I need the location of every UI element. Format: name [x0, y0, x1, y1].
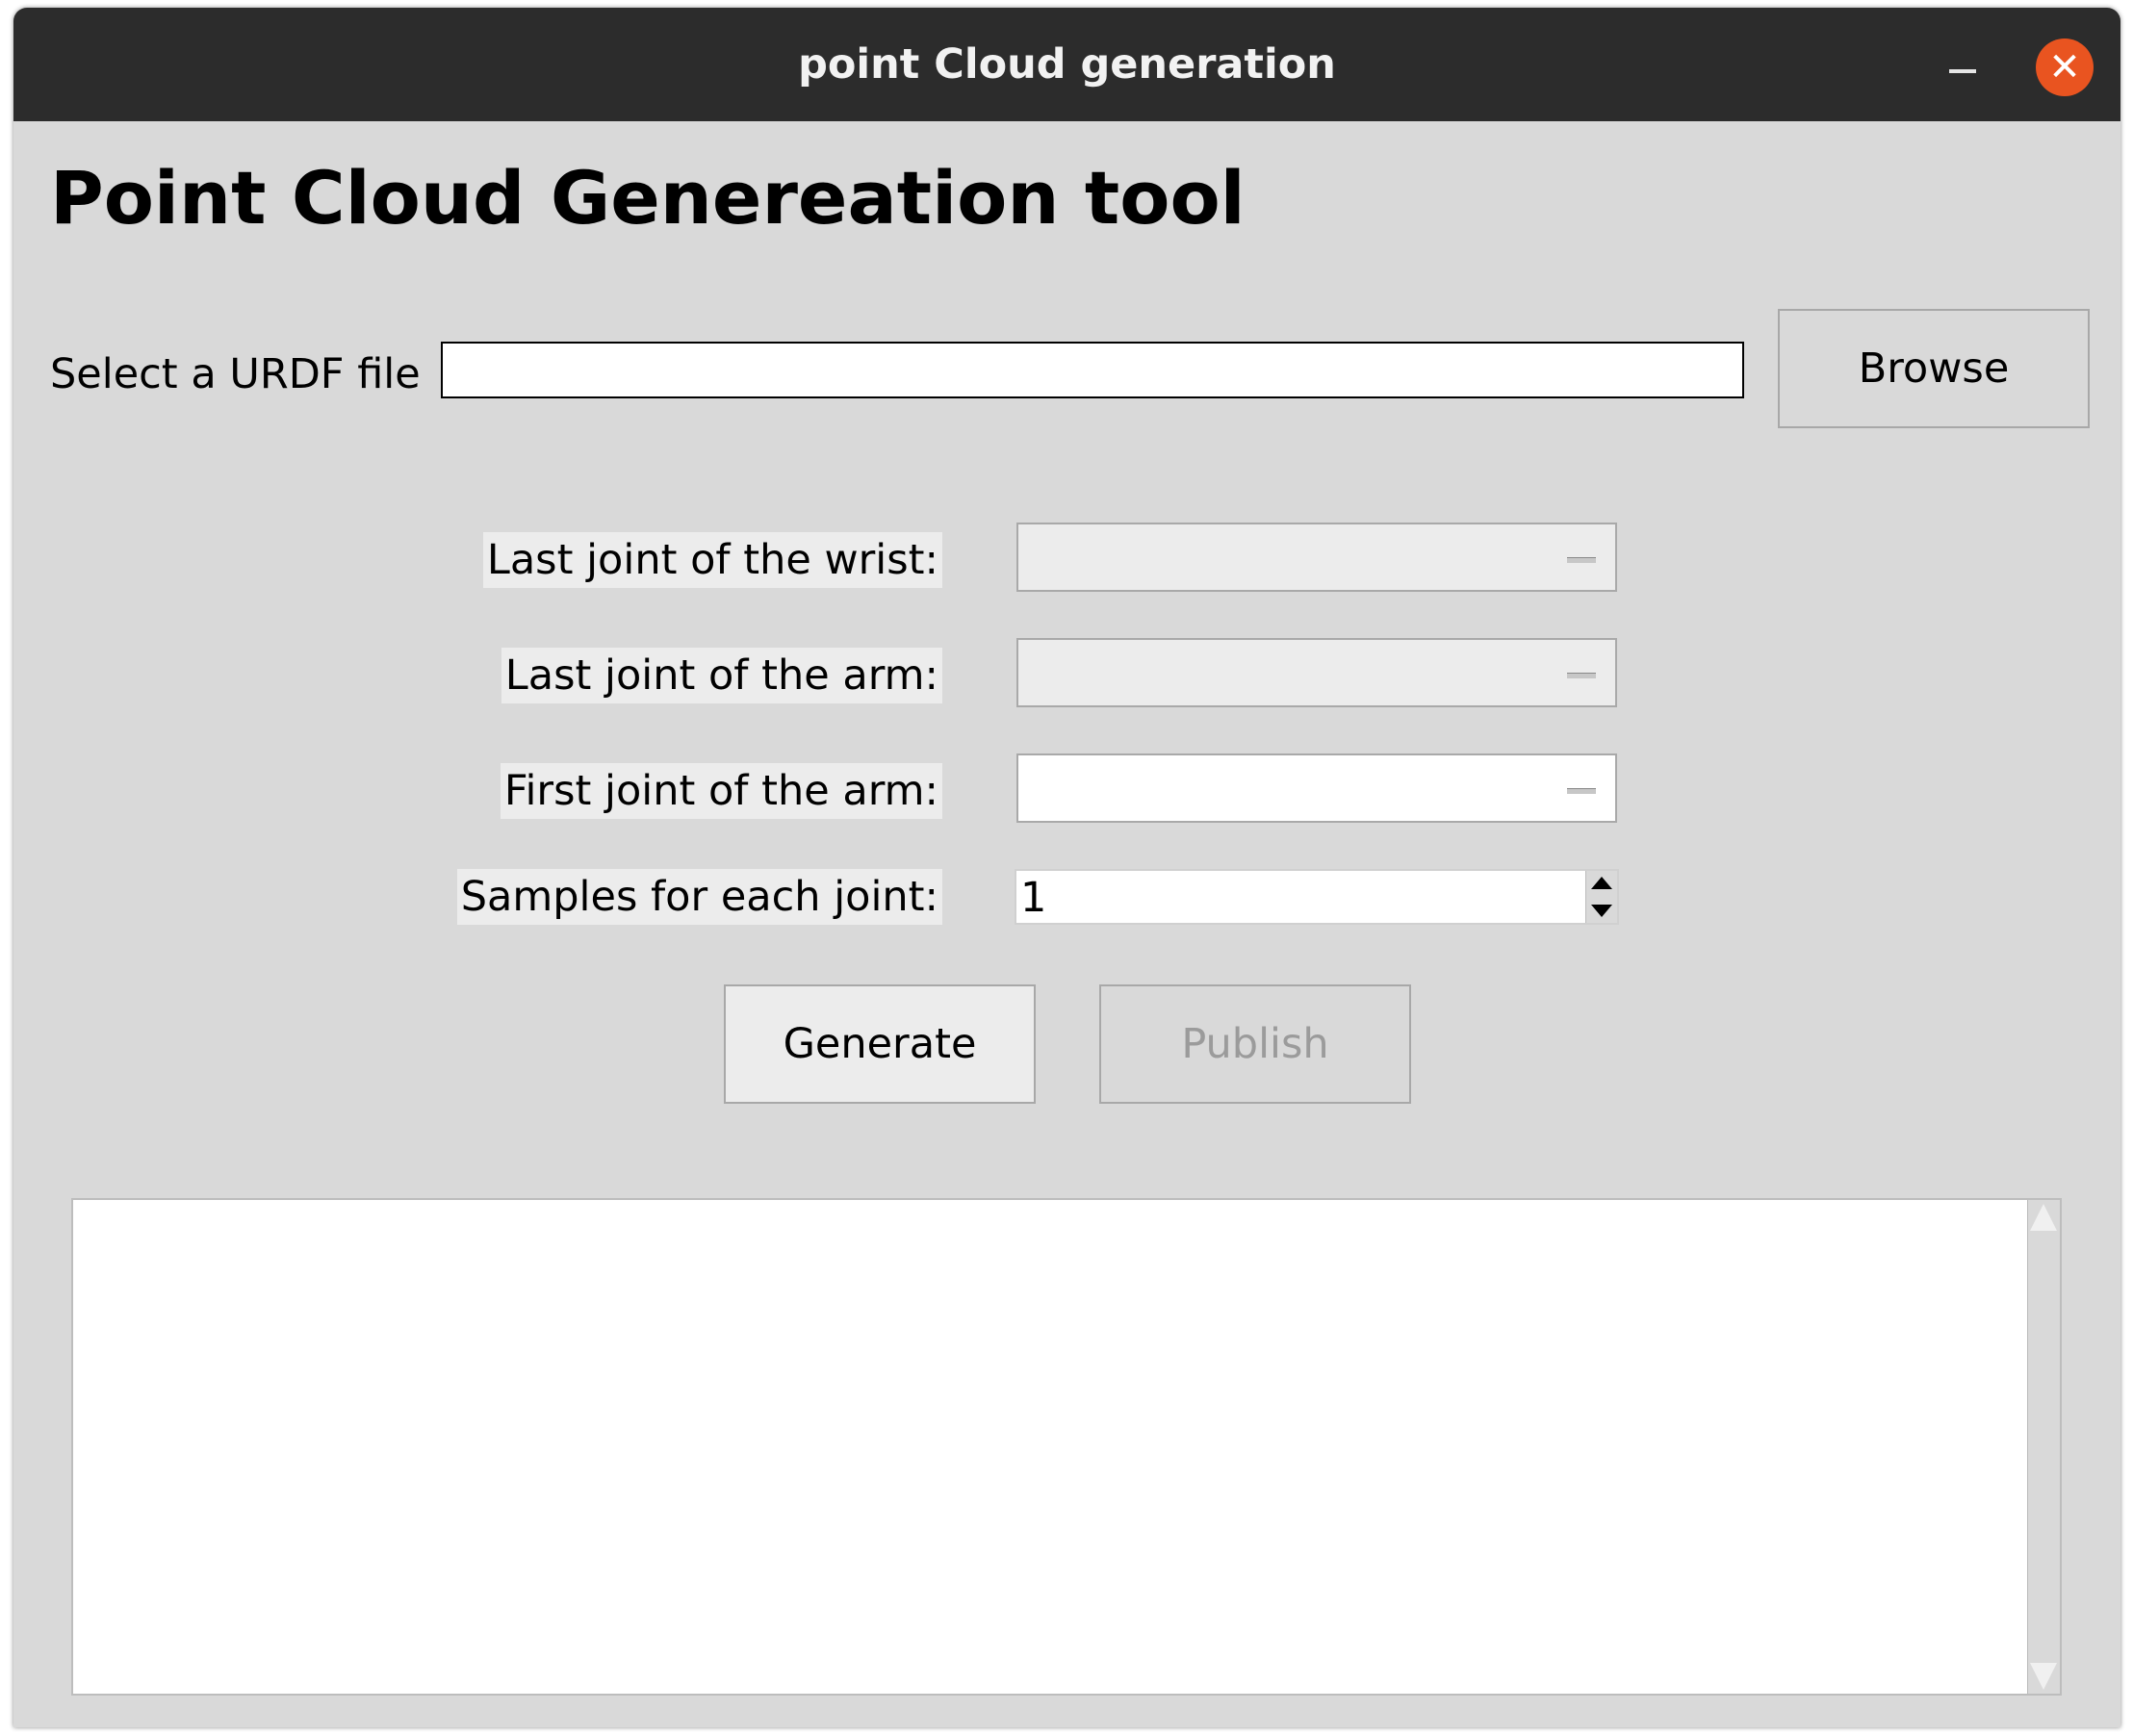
close-icon[interactable]: ✕: [2036, 38, 2094, 96]
wrist-joint-combobox[interactable]: [1016, 523, 1617, 592]
urdf-file-label: Select a URDF file: [50, 350, 421, 398]
spin-down-icon[interactable]: [1591, 905, 1612, 917]
wrist-joint-label: Last joint of the wrist:: [482, 532, 942, 588]
samples-label: Samples for each joint:: [456, 869, 942, 925]
minimize-icon[interactable]: [1949, 69, 1976, 73]
arm-last-joint-label: Last joint of the arm:: [501, 648, 942, 703]
publish-button[interactable]: Publish: [1099, 984, 1411, 1104]
vertical-scrollbar[interactable]: [2027, 1200, 2060, 1694]
browse-button[interactable]: Browse: [1778, 309, 2090, 428]
arm-last-joint-combobox[interactable]: [1016, 638, 1617, 707]
scroll-up-icon[interactable]: [2030, 1204, 2057, 1231]
arm-first-joint-combobox[interactable]: [1016, 753, 1617, 823]
spin-up-icon[interactable]: [1591, 877, 1612, 889]
title-bar[interactable]: point Cloud generation ✕: [13, 8, 2120, 121]
app-window: point Cloud generation ✕ Point Cloud Gen…: [13, 8, 2120, 1727]
spin-buttons: [1585, 871, 1617, 923]
dropdown-arrow-icon[interactable]: [1567, 557, 1596, 563]
output-text-area[interactable]: [71, 1198, 2062, 1696]
dropdown-arrow-icon[interactable]: [1567, 788, 1596, 794]
samples-spinbox[interactable]: 1: [1015, 869, 1619, 925]
dropdown-arrow-icon[interactable]: [1567, 673, 1596, 678]
page-title: Point Cloud Genereation tool: [50, 155, 1246, 241]
window-title: point Cloud generation: [798, 40, 1336, 89]
output-text[interactable]: [73, 1200, 2025, 1694]
samples-value[interactable]: 1: [1020, 871, 1046, 923]
urdf-file-input[interactable]: [441, 342, 1744, 398]
generate-button[interactable]: Generate: [724, 984, 1036, 1104]
scroll-down-icon[interactable]: [2030, 1663, 2057, 1690]
arm-first-joint-label: First joint of the arm:: [500, 763, 942, 819]
